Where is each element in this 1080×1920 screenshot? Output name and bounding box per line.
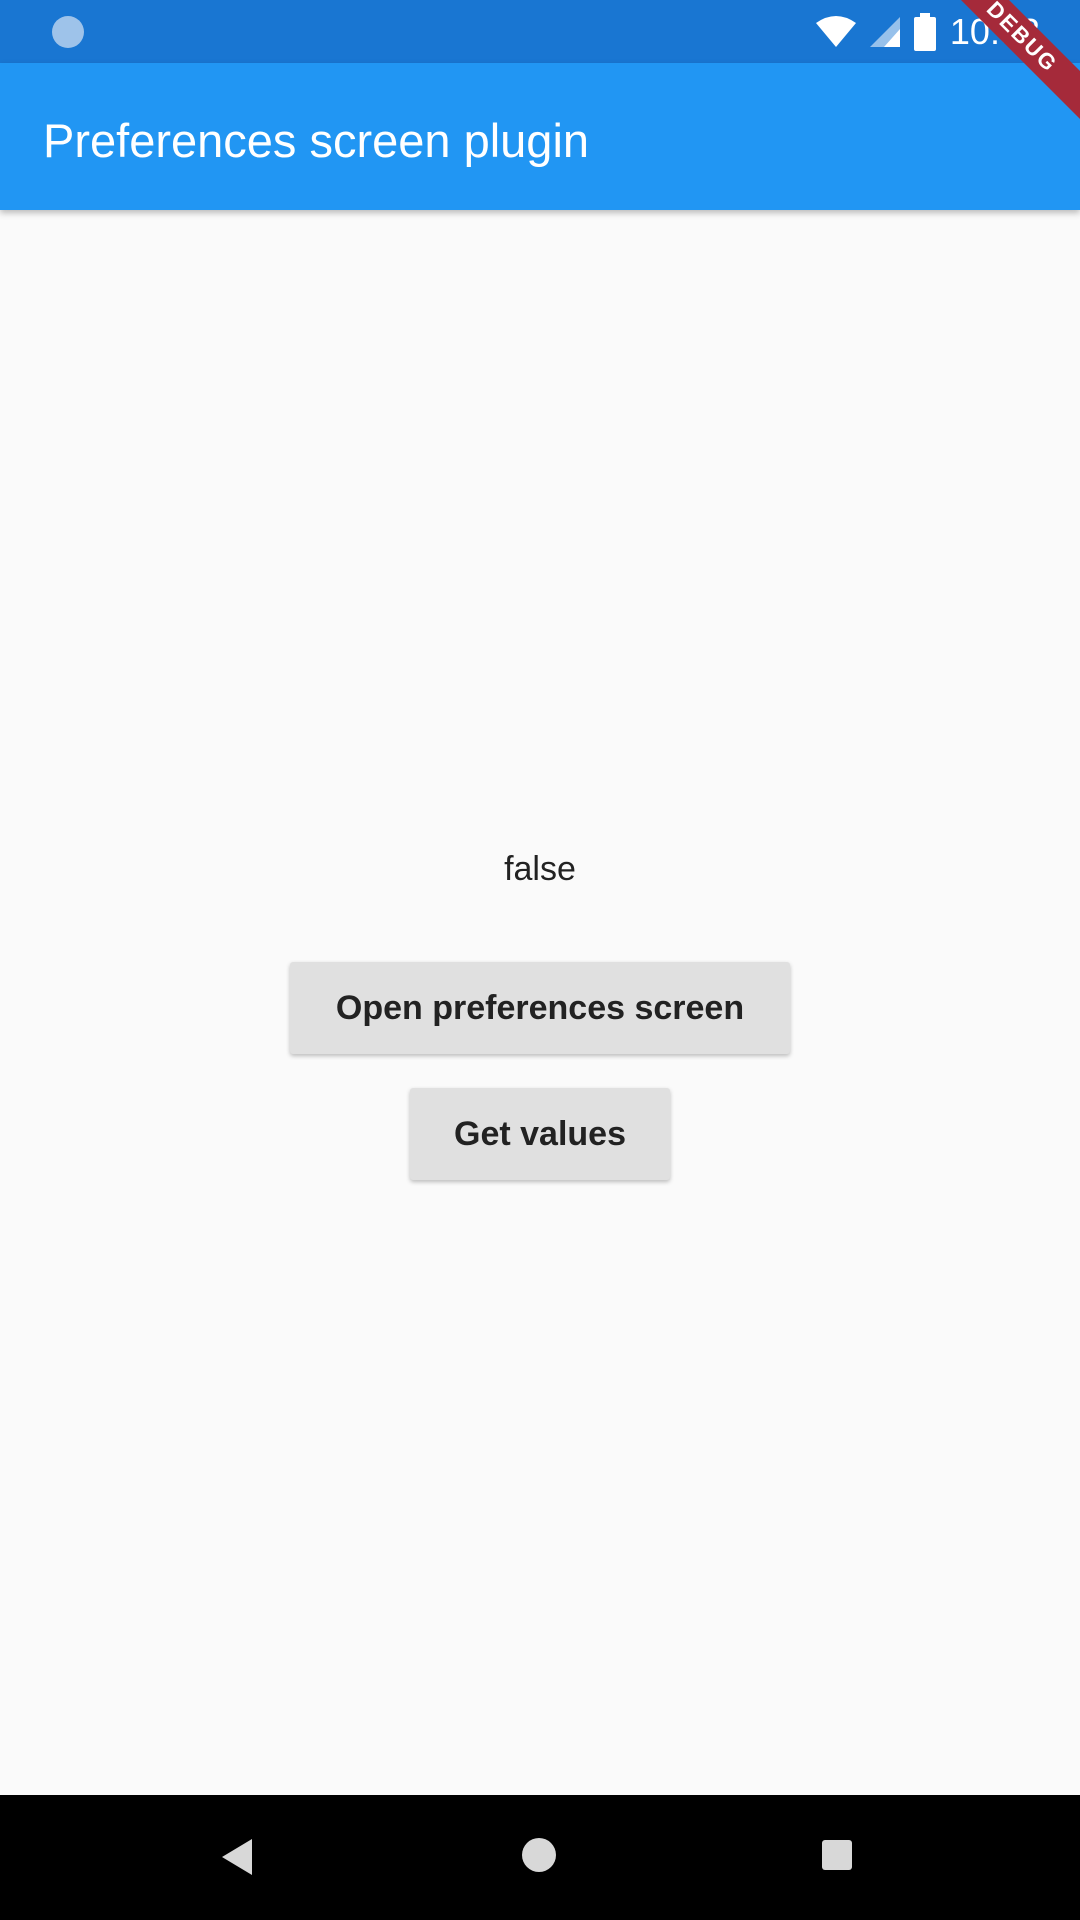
open-preferences-button[interactable]: Open preferences screen — [290, 962, 790, 1054]
back-icon[interactable] — [222, 1839, 252, 1875]
preference-value-text: false — [504, 850, 576, 888]
home-icon[interactable] — [522, 1838, 556, 1872]
main-content: false Open preferences screen Get values — [0, 210, 1080, 1795]
app-bar: Preferences screen plugin — [0, 63, 1080, 210]
signal-icon — [869, 17, 900, 47]
navigation-bar — [0, 1795, 1080, 1920]
app-screen: 10:53 DEBUG Preferences screen plugin fa… — [0, 0, 1080, 1920]
recent-apps-icon[interactable] — [822, 1840, 852, 1870]
page-title: Preferences screen plugin — [43, 114, 590, 167]
notification-dot-icon — [52, 16, 84, 48]
get-values-button[interactable]: Get values — [410, 1088, 670, 1180]
status-bar: 10:53 — [0, 0, 1080, 63]
battery-icon — [913, 13, 936, 51]
wifi-icon — [815, 16, 856, 47]
